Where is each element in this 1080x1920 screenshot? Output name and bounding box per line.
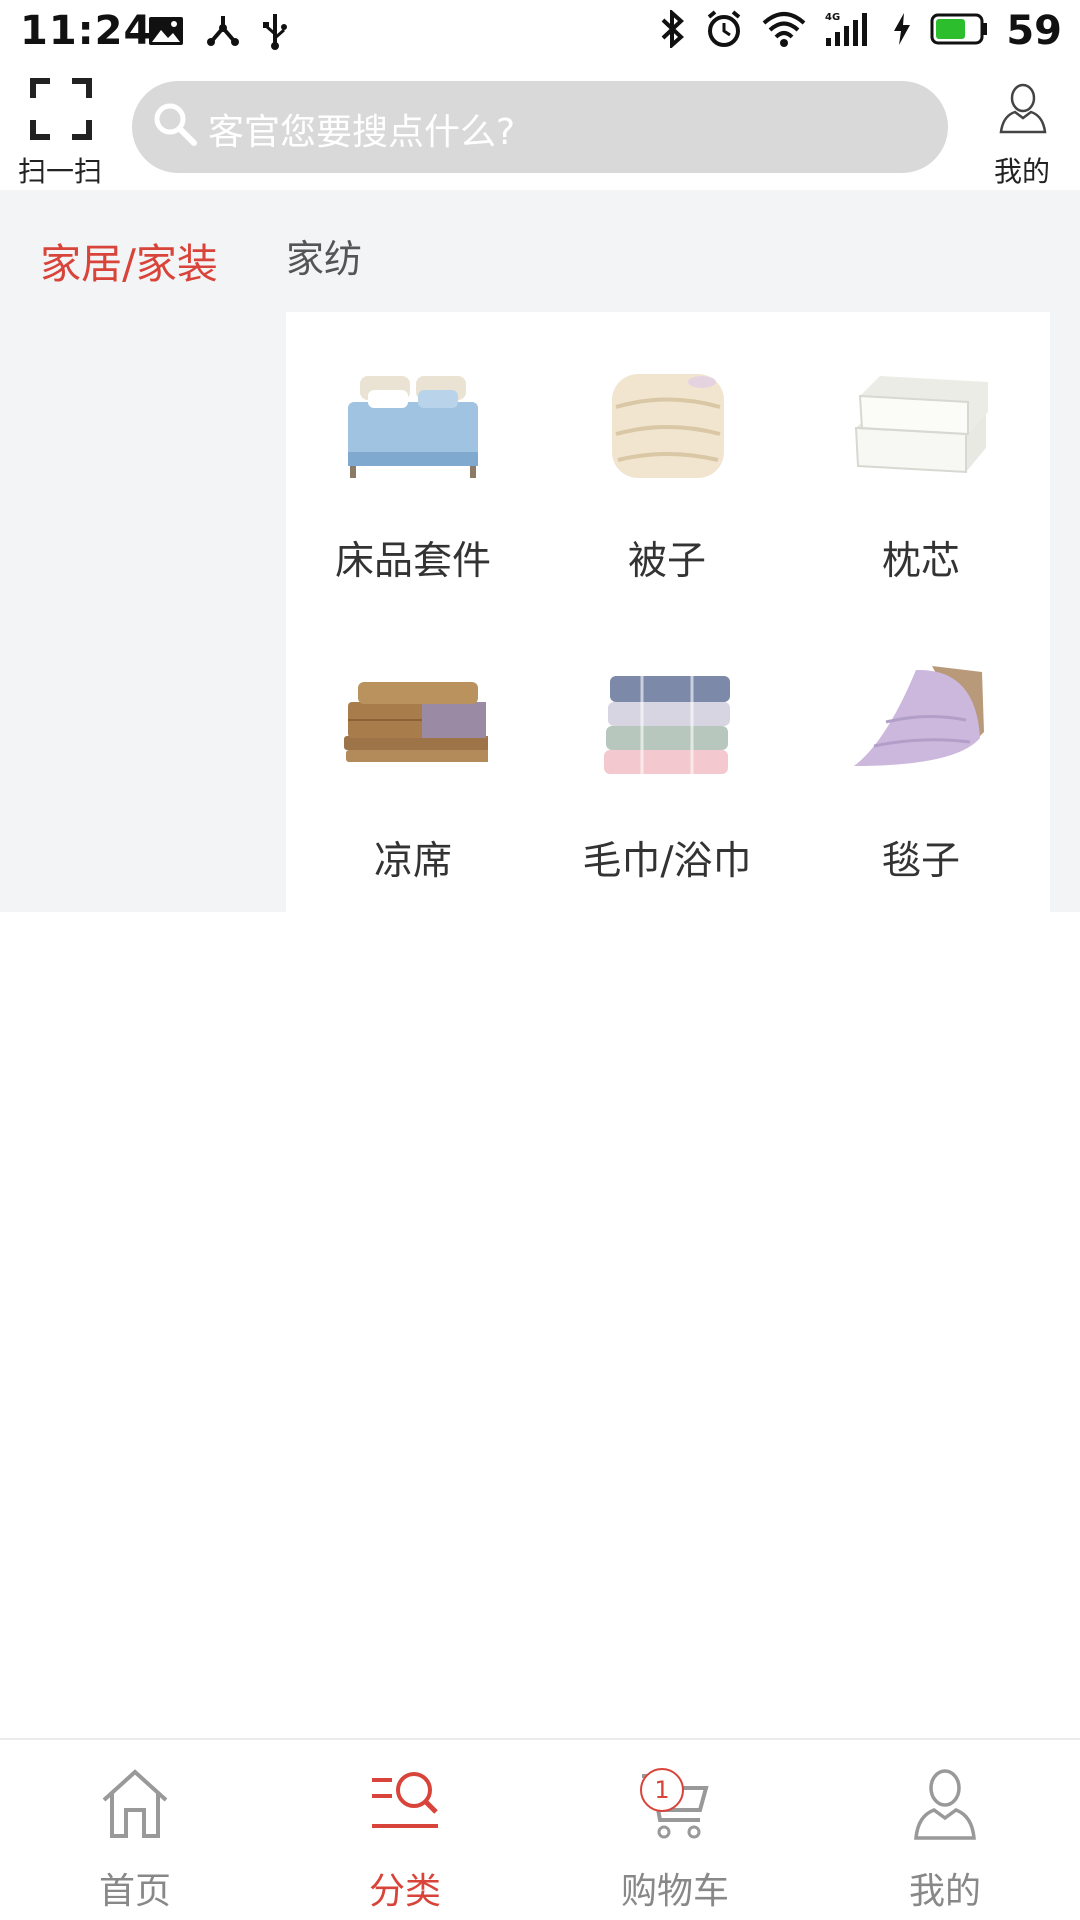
alarm-icon xyxy=(704,9,744,53)
scan-icon xyxy=(30,78,92,144)
search-placeholder: 客官您要搜点什么? xyxy=(208,112,516,153)
category-item-bedding-set[interactable]: 床品套件 xyxy=(286,312,540,612)
svg-text:4G: 4G xyxy=(825,12,840,23)
bluetooth-icon xyxy=(660,8,686,52)
category-item-pillow[interactable]: 枕芯 xyxy=(794,312,1048,612)
tab-category[interactable]: 分类 xyxy=(270,1740,540,1920)
status-time: 11:24 xyxy=(20,8,153,54)
scan-button[interactable]: 扫一扫 xyxy=(8,72,112,188)
wifi-icon xyxy=(762,11,806,51)
tab-mine[interactable]: 我的 xyxy=(810,1740,1080,1920)
status-left-icons xyxy=(148,12,288,54)
usb-icon xyxy=(262,12,288,54)
battery-percentage: 59 xyxy=(1006,8,1062,54)
tab-mine-label: 我的 xyxy=(908,1871,981,1912)
tab-category-label: 分类 xyxy=(368,1871,441,1912)
towel-image xyxy=(592,662,742,782)
bedding-set-image xyxy=(338,362,488,482)
battery-icon xyxy=(930,13,988,49)
cart-count-badge: 1 xyxy=(640,1768,684,1812)
image-icon xyxy=(148,16,184,50)
charging-icon xyxy=(892,12,912,50)
tab-cart-label: 购物车 xyxy=(620,1871,729,1912)
tab-home-label: 首页 xyxy=(98,1871,171,1912)
tab-cart[interactable]: 购物车 xyxy=(540,1740,810,1920)
scan-label: 扫一扫 xyxy=(17,155,102,188)
blanket-image xyxy=(846,662,996,782)
category-label: 毯子 xyxy=(881,839,960,884)
top-header: 扫一扫 客官您要搜点什么? 我的 xyxy=(0,66,1080,190)
category-search-icon xyxy=(370,1766,440,1842)
search-icon xyxy=(152,101,198,151)
bottom-navigation: 首页 分类 购物车 1 我的 xyxy=(0,1738,1080,1920)
user-icon xyxy=(998,82,1048,138)
user-icon xyxy=(910,1766,980,1842)
fork-icon xyxy=(206,14,240,52)
category-item-summer-mat[interactable]: 凉席 xyxy=(286,612,540,912)
search-input[interactable]: 客官您要搜点什么? xyxy=(132,81,948,173)
app-screen: 11:24 4G 59 扫一扫 客官您要搜点什么? 我的 家居/家装 家纺 床品… xyxy=(0,0,1080,1920)
status-bar: 11:24 4G 59 xyxy=(0,0,1080,66)
category-content: 家居/家装 家纺 床品套件 被子 枕芯 凉席 毛巾/浴巾 毯子 xyxy=(0,190,1080,912)
category-label: 被子 xyxy=(627,539,706,584)
category-label: 毛巾/浴巾 xyxy=(582,839,752,884)
category-label: 床品套件 xyxy=(334,539,491,584)
summer-mat-image xyxy=(338,662,490,782)
signal-4g-icon: 4G xyxy=(824,10,874,52)
category-label: 凉席 xyxy=(373,839,452,884)
sidebar-item-home-furnishing[interactable]: 家居/家装 xyxy=(0,230,258,290)
category-item-blanket[interactable]: 毯子 xyxy=(794,612,1048,912)
status-right-icons: 4G 59 xyxy=(660,8,1062,54)
pillow-image xyxy=(846,362,996,482)
profile-button[interactable]: 我的 xyxy=(972,72,1072,188)
category-item-quilt[interactable]: 被子 xyxy=(540,312,794,612)
tab-home[interactable]: 首页 xyxy=(0,1740,270,1920)
category-grid: 床品套件 被子 枕芯 凉席 毛巾/浴巾 毯子 xyxy=(286,312,1050,912)
category-label: 枕芯 xyxy=(881,539,960,584)
section-title: 家纺 xyxy=(286,237,363,281)
home-icon xyxy=(100,1766,170,1842)
profile-label: 我的 xyxy=(993,155,1050,188)
quilt-image xyxy=(592,362,742,482)
category-item-towel[interactable]: 毛巾/浴巾 xyxy=(540,612,794,912)
